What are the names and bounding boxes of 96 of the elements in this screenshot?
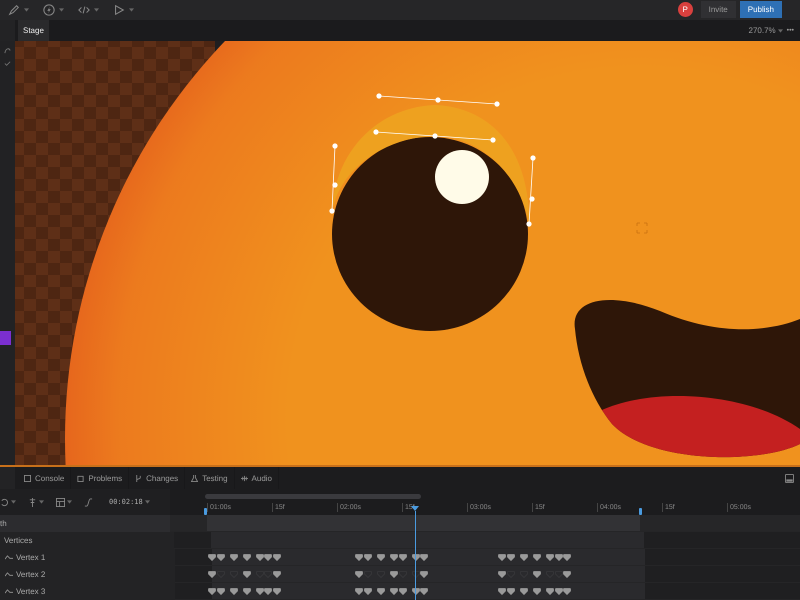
keyframe-marker[interactable]	[412, 554, 420, 561]
keyframe-marker[interactable]	[390, 571, 398, 578]
track-label[interactable]: Vertex 3	[16, 587, 46, 596]
zoom-level[interactable]: 270.7%	[748, 26, 776, 36]
keyframe-marker[interactable]	[507, 554, 515, 561]
keyframe-marker[interactable]	[355, 588, 364, 595]
keyframe-marker[interactable]	[398, 554, 407, 561]
keyframe-marker[interactable]	[546, 554, 554, 561]
work-area-end-handle[interactable]	[639, 508, 642, 515]
check-icon[interactable]	[4, 60, 11, 68]
keyframe-marker[interactable]	[256, 554, 264, 561]
keyframe-marker[interactable]	[563, 571, 572, 578]
align-icon[interactable]	[28, 498, 37, 506]
keyframe-marker[interactable]	[420, 554, 428, 561]
keyframe-marker[interactable]	[242, 554, 251, 561]
timeline-scrollbar[interactable]	[205, 494, 421, 499]
toolbar-button[interactable]: Invite	[700, 1, 736, 18]
keyframe-marker[interactable]	[420, 571, 428, 578]
keyframe-marker[interactable]	[390, 554, 398, 561]
keyframe-marker[interactable]	[208, 571, 216, 578]
keyframe-marker[interactable]	[273, 588, 281, 595]
waveform-icon	[240, 474, 248, 482]
caret-icon[interactable]	[59, 8, 64, 12]
track-label[interactable]: th	[0, 519, 7, 528]
eye-toggle-button[interactable]	[0, 331, 11, 346]
keyframe-marker[interactable]	[420, 588, 428, 595]
keyframe-marker[interactable]	[230, 588, 238, 595]
vertex-icon	[5, 589, 13, 594]
keyframe-slot[interactable]	[412, 571, 420, 578]
caret-icon[interactable]	[778, 28, 783, 33]
keyframe-marker[interactable]	[364, 554, 372, 561]
vertex-icon	[5, 572, 13, 577]
keyframe-marker[interactable]	[390, 588, 398, 595]
clipboard-icon	[77, 474, 84, 482]
keyframe-marker[interactable]	[546, 588, 554, 595]
keyframe-marker[interactable]	[216, 554, 225, 561]
caret-icon[interactable]	[11, 500, 16, 504]
keyframe-marker[interactable]	[520, 588, 528, 595]
keyframe-marker[interactable]	[533, 571, 541, 578]
keyframe-marker[interactable]	[554, 554, 563, 561]
console-icon	[24, 474, 31, 482]
panel-layout-icon[interactable]	[785, 474, 794, 483]
keyframe-marker[interactable]	[264, 588, 272, 595]
keyframe-marker[interactable]	[355, 571, 364, 578]
keyframe-marker[interactable]	[242, 571, 251, 578]
loop-icon[interactable]	[0, 498, 9, 506]
flask-icon	[191, 474, 198, 482]
keyframe-marker[interactable]	[377, 588, 385, 595]
easing-curve-icon[interactable]	[84, 498, 93, 506]
caret-icon[interactable]	[39, 500, 44, 504]
caret-icon[interactable]	[129, 8, 134, 12]
keyframe-marker[interactable]	[498, 588, 506, 595]
keyframe-marker[interactable]	[230, 554, 238, 561]
track-label[interactable]: Vertices	[4, 536, 32, 545]
keyframe-marker[interactable]	[533, 588, 541, 595]
pen-tool-icon[interactable]	[8, 4, 20, 16]
vertex-icon	[5, 555, 13, 560]
layout-icon[interactable]	[56, 498, 65, 506]
keyframe-marker[interactable]	[507, 588, 515, 595]
keyframe-marker[interactable]	[256, 588, 264, 595]
play-icon[interactable]	[113, 4, 125, 16]
keyframe-marker[interactable]	[264, 554, 272, 561]
track-label[interactable]: Vertex 2	[16, 570, 46, 579]
lightning-circle-icon[interactable]	[43, 4, 55, 16]
caret-icon[interactable]	[24, 8, 29, 12]
keyframe-marker[interactable]	[273, 571, 281, 578]
bezier-handles-drawing[interactable]	[329, 94, 536, 227]
code-icon[interactable]	[78, 4, 90, 16]
keyframe-marker[interactable]	[563, 554, 572, 561]
caret-icon[interactable]	[94, 8, 99, 12]
keyframe-marker[interactable]	[398, 588, 407, 595]
keyframe-marker[interactable]	[208, 588, 216, 595]
keyframe-marker[interactable]	[533, 554, 541, 561]
keyframe-marker[interactable]	[216, 588, 225, 595]
keyframe-marker[interactable]	[355, 554, 364, 561]
keyframe-marker[interactable]	[554, 588, 563, 595]
caret-icon[interactable]	[67, 500, 72, 504]
keyframe-marker[interactable]	[242, 588, 251, 595]
stage-tab[interactable]: Stage	[18, 20, 49, 42]
work-area-start-handle[interactable]	[204, 508, 207, 515]
keyframe-marker[interactable]	[364, 588, 372, 595]
keyframe-marker[interactable]	[208, 554, 216, 561]
keyframe-marker[interactable]	[412, 588, 420, 595]
branch-icon	[135, 474, 142, 482]
keyframe-marker[interactable]	[377, 554, 385, 561]
user-avatar[interactable]: P	[678, 2, 693, 18]
keyframe-marker[interactable]	[498, 571, 506, 578]
toolbar-button[interactable]: Publish	[740, 1, 782, 18]
crosshair-icon	[636, 222, 648, 234]
keyframe-marker[interactable]	[273, 554, 281, 561]
keyframe-marker[interactable]	[563, 588, 572, 595]
keyframe-marker[interactable]	[498, 554, 506, 561]
caret-icon[interactable]	[144, 500, 150, 504]
track-label[interactable]: Vertex 1	[16, 553, 46, 562]
keyframe-marker[interactable]	[520, 554, 528, 561]
curve-icon[interactable]	[4, 47, 11, 54]
